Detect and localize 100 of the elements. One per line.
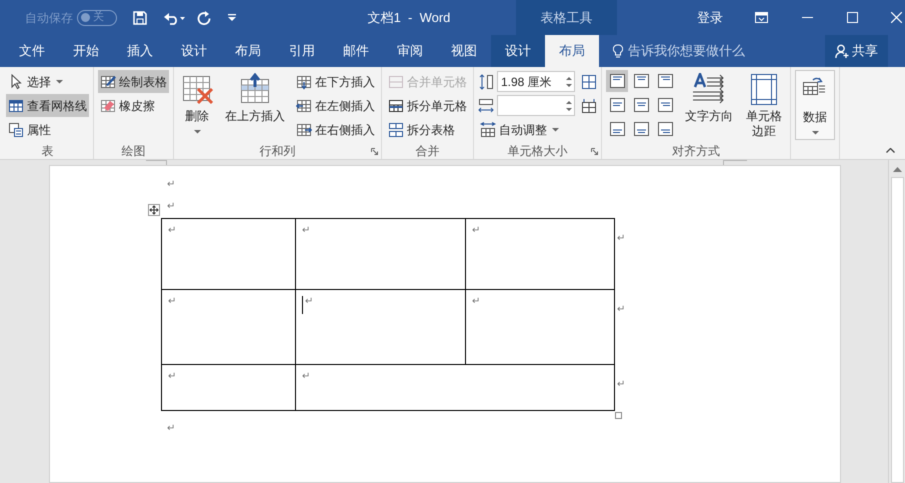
group-label: 合并 [416,143,440,160]
scroll-up-icon[interactable] [892,166,902,172]
ribbon-large-button[interactable]: 删除 [178,70,216,142]
merge-cells-icon [388,74,404,90]
align-icon [658,74,672,88]
sign-in-link[interactable]: 登录 [697,8,723,28]
split-cells-icon [388,98,404,114]
ribbon-tab[interactable]: 审阅 [383,35,437,67]
align-icon [658,122,672,136]
align-button[interactable] [606,70,628,92]
group-label: 绘图 [122,143,146,160]
align-icon [610,122,624,136]
customize-icon[interactable] [228,14,236,21]
ribbon-tab[interactable]: 插入 [113,35,167,67]
spinner-arrows-icon [566,76,572,88]
align-icon [610,98,624,112]
table-grid-icon [8,98,24,114]
end-of-row-mark: ↵ [617,232,626,244]
paragraph-mark: ↵ [302,371,310,383]
ribbon-button[interactable]: 查看网格线 [6,94,89,117]
autosave-label: 自动保存 [25,10,73,26]
button-label: 在上方插入 [225,109,285,124]
table-properties-icon [8,122,24,138]
paragraph-mark: ↵ [167,423,176,434]
paragraph-mark: ↵ [472,296,480,308]
table-move-handle-icon[interactable] [148,204,160,216]
ribbon-large-button[interactable]: 文字方向 [682,70,736,142]
insert-below-icon [296,74,312,90]
button-label: 删除 [185,109,209,124]
share-button[interactable]: 共享 [825,35,888,67]
undo-icon[interactable] [163,10,185,24]
lightbulb-icon [613,44,623,58]
dialog-launcher-icon[interactable] [591,148,598,155]
redo-icon[interactable] [197,10,211,24]
paragraph-mark: ↵ [167,201,176,213]
scrollbar[interactable] [888,160,905,483]
align-icon [658,98,672,112]
crop-mark [146,160,167,165]
ribbon-button[interactable]: 拆分单元格 [386,94,469,117]
distribute-columns-icon [581,98,597,114]
end-of-row-mark: ↵ [617,304,626,314]
ribbon-tab[interactable]: 设计 [167,35,221,67]
tell-me-field[interactable]: 告诉我你想要做什么 [613,35,745,67]
paragraph-mark: ↵ [168,225,176,237]
ribbon-tab[interactable]: 视图 [437,35,491,67]
dialog-launcher-icon[interactable] [371,148,378,155]
save-icon[interactable] [133,10,147,24]
paragraph-mark: ↵ [168,371,176,383]
scroll-thumb[interactable] [890,177,904,483]
ribbon-button[interactable]: 在下方插入 [294,70,377,93]
split-table-icon [388,122,404,138]
ribbon-tab[interactable]: 开始 [59,35,113,67]
collapse-ribbon-icon[interactable] [886,148,895,153]
ribbon-button[interactable]: 拆分表格 [386,118,469,141]
ribbon-tab[interactable]: 文件 [5,35,59,67]
align-icon [634,74,648,88]
align-icon [610,74,624,88]
ribbon-tab[interactable]: 布局 [545,35,599,67]
ribbon-large-button[interactable]: 在上方插入 [222,70,288,142]
insert-left-icon [296,98,312,114]
eraser-icon [100,98,116,114]
close-icon[interactable] [891,12,902,23]
table-resize-handle[interactable] [615,412,622,419]
ribbon-button[interactable]: 在左侧插入 [294,94,377,117]
ribbon-tab[interactable]: 布局 [221,35,275,67]
ribbon-large-button[interactable]: 数据 [795,70,835,140]
ribbon-tab[interactable]: 设计 [491,35,545,67]
insert-right-icon [296,122,312,138]
ribbon-button[interactable]: 绘制表格 [98,70,169,93]
ribbon-display-icon[interactable] [755,12,768,23]
ribbon-tab[interactable]: 邮件 [329,35,383,67]
crop-mark [723,160,747,165]
ribbon-button[interactable]: 橡皮擦 [98,94,169,117]
ribbon-large-button[interactable]: 单元格边距 [742,70,786,142]
cell-margins-icon [748,73,780,105]
text-direction-icon [693,73,725,105]
paragraph-mark: ↵ [167,179,176,191]
ribbon-button[interactable]: 自动调整 [478,118,575,141]
ribbon-button[interactable]: 在右侧插入 [294,118,377,141]
align-icon [634,122,648,136]
paragraph-mark: ↵ [168,296,176,308]
group-label: 表 [42,143,54,160]
maximize-icon[interactable] [847,12,858,23]
end-of-row-mark: ↵ [617,378,626,390]
ribbon-button[interactable]: 选择 [6,70,89,93]
spinner-arrows-icon [566,100,572,112]
group-label: 单元格大小 [508,143,568,160]
group-label: 对齐方式 [672,143,720,160]
delete-table-icon [181,73,213,105]
ribbon-button[interactable]: 属性 [6,118,89,141]
row-height-icon [478,74,494,90]
paragraph-mark: ↵ [472,225,480,237]
button-label: 文字方向 [685,109,733,124]
spin-field[interactable]: 1.98 厘米 [497,71,575,92]
pencil-table-icon [100,74,116,90]
button-label: 数据 [803,110,827,125]
distribute-rows-icon [581,74,597,90]
contextual-tab-header: 表格工具 [516,0,617,35]
spin-field[interactable] [497,95,575,116]
ribbon-tab[interactable]: 引用 [275,35,329,67]
